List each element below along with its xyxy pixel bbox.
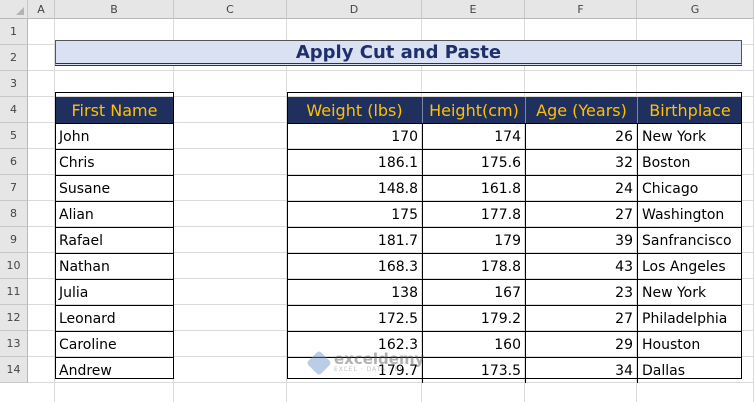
data-cell[interactable]: 161.8 <box>422 175 525 201</box>
data-cell[interactable]: 160 <box>422 331 525 357</box>
data-cell[interactable]: Washington <box>637 201 742 227</box>
data-cell[interactable]: New York <box>637 123 742 149</box>
data-cell[interactable]: 27 <box>525 305 637 331</box>
column-header-D[interactable]: D <box>287 0 422 19</box>
sheet-title[interactable]: Apply Cut and Paste <box>55 40 742 66</box>
row-header-4[interactable]: 4 <box>0 97 28 123</box>
column-header-F[interactable]: F <box>525 0 637 19</box>
data-cell[interactable]: 179.7 <box>287 357 422 383</box>
data-cell[interactable]: 175.6 <box>422 149 525 175</box>
data-cell[interactable]: 167 <box>422 279 525 305</box>
first-name-cell[interactable]: Nathan <box>55 253 174 279</box>
first-name-cell[interactable]: Julia <box>55 279 174 305</box>
column-title-3[interactable]: Birthplace <box>637 97 742 123</box>
data-cell[interactable]: 168.3 <box>287 253 422 279</box>
data-cell[interactable]: 43 <box>525 253 637 279</box>
column-header-B[interactable]: B <box>55 0 174 19</box>
first-name-cell[interactable]: Andrew <box>55 357 174 383</box>
data-cell[interactable]: 138 <box>287 279 422 305</box>
column-title-1[interactable]: Height(cm) <box>422 97 525 123</box>
row-header-12[interactable]: 12 <box>0 305 28 331</box>
first-name-cell[interactable]: John <box>55 123 174 149</box>
row-header-8[interactable]: 8 <box>0 201 28 227</box>
row-header-9[interactable]: 9 <box>0 227 28 253</box>
data-cell[interactable]: 162.3 <box>287 331 422 357</box>
first-name-cell[interactable]: Caroline <box>55 331 174 357</box>
data-cell[interactable]: 177.8 <box>422 201 525 227</box>
data-cell[interactable]: 172.5 <box>287 305 422 331</box>
data-cell[interactable]: 34 <box>525 357 637 383</box>
data-cell[interactable]: Boston <box>637 149 742 175</box>
first-name-cell[interactable]: Susane <box>55 175 174 201</box>
column-header-G[interactable]: G <box>637 0 754 19</box>
first-name-cell[interactable]: Alian <box>55 201 174 227</box>
first-name-cell[interactable]: Chris <box>55 149 174 175</box>
data-cell[interactable]: 181.7 <box>287 227 422 253</box>
row-header-6[interactable]: 6 <box>0 149 28 175</box>
row-header-5[interactable]: 5 <box>0 123 28 149</box>
data-cell[interactable]: 29 <box>525 331 637 357</box>
row-header-3[interactable]: 3 <box>0 71 28 97</box>
data-cell[interactable]: Sanfrancisco <box>637 227 742 253</box>
row-header-2[interactable]: 2 <box>0 45 28 71</box>
select-all-corner[interactable] <box>0 0 28 19</box>
first-name-cell[interactable]: Rafael <box>55 227 174 253</box>
row-header-13[interactable]: 13 <box>0 331 28 357</box>
column-header-C[interactable]: C <box>174 0 287 19</box>
data-cell[interactable]: 24 <box>525 175 637 201</box>
first-name-cell[interactable]: Leonard <box>55 305 174 331</box>
data-cell[interactable]: New York <box>637 279 742 305</box>
row-header-14[interactable]: 14 <box>0 357 28 383</box>
data-cell[interactable]: 178.8 <box>422 253 525 279</box>
data-cell[interactable]: Dallas <box>637 357 742 383</box>
column-title-0[interactable]: Weight (lbs) <box>287 97 422 123</box>
column-title-2[interactable]: Age (Years) <box>525 97 637 123</box>
data-cell[interactable]: Philadelphia <box>637 305 742 331</box>
data-cell[interactable]: 26 <box>525 123 637 149</box>
data-cell[interactable]: 23 <box>525 279 637 305</box>
data-cell[interactable]: 175 <box>287 201 422 227</box>
column-header-A[interactable]: A <box>28 0 55 19</box>
data-cell[interactable]: Los Angeles <box>637 253 742 279</box>
data-cell[interactable]: 32 <box>525 149 637 175</box>
data-cell[interactable]: 173.5 <box>422 357 525 383</box>
data-cell[interactable]: 170 <box>287 123 422 149</box>
data-cell[interactable]: 27 <box>525 201 637 227</box>
column-header-E[interactable]: E <box>422 0 525 19</box>
data-cell[interactable]: 148.8 <box>287 175 422 201</box>
data-cell[interactable]: 179.2 <box>422 305 525 331</box>
spreadsheet-grid: ABCDEFG 1 2 3 4 5 6 7 8 9 10 11 12 13 14 Apply Cut an… <box>0 0 754 402</box>
row-header-7[interactable]: 7 <box>0 175 28 201</box>
data-cell[interactable]: 174 <box>422 123 525 149</box>
row-header-11[interactable]: 11 <box>0 279 28 305</box>
data-cell[interactable]: 179 <box>422 227 525 253</box>
data-cell[interactable]: Chicago <box>637 175 742 201</box>
data-cell[interactable]: 39 <box>525 227 637 253</box>
data-cell[interactable]: Houston <box>637 331 742 357</box>
row-header-1[interactable]: 1 <box>0 19 28 45</box>
first-name-header[interactable]: First Name <box>55 97 174 123</box>
row-header-10[interactable]: 10 <box>0 253 28 279</box>
data-cell[interactable]: 186.1 <box>287 149 422 175</box>
